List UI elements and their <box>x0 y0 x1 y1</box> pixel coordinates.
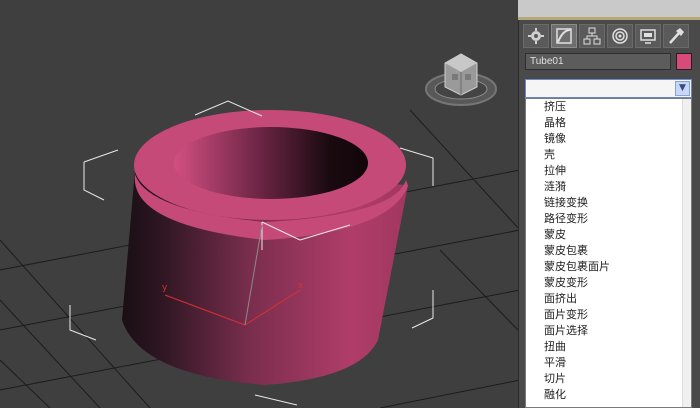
object-name-field[interactable]: Tube01 <box>525 53 671 70</box>
chevron-down-icon[interactable]: ▼ <box>675 81 690 96</box>
hierarchy-icon <box>583 27 601 45</box>
modifier-list-item[interactable]: 壳 <box>526 147 691 163</box>
utilities-tab[interactable] <box>663 24 689 48</box>
modifier-list-item[interactable]: 面片选择 <box>526 323 691 339</box>
modifier-list-item[interactable]: 挤压 <box>526 99 691 115</box>
modifier-list-item[interactable]: 路径变形 <box>526 211 691 227</box>
hierarchy-tab[interactable] <box>579 24 605 48</box>
display-tab[interactable] <box>635 24 661 48</box>
display-icon <box>640 29 656 44</box>
object-color-swatch[interactable] <box>676 53 692 70</box>
modify-tab[interactable] <box>551 24 577 48</box>
motion-icon <box>612 28 628 44</box>
create-tab[interactable] <box>523 24 549 48</box>
viewcube-icon[interactable] <box>425 53 497 106</box>
tube-object[interactable] <box>122 110 408 385</box>
modifier-list-item[interactable]: 蒙皮 <box>526 227 691 243</box>
command-panel-tabs <box>523 24 689 50</box>
utilities-icon <box>669 28 684 44</box>
perspective-viewport[interactable]: y x <box>0 0 518 408</box>
viewport-scene: y x <box>0 53 518 408</box>
modifier-list-item[interactable]: 拉伸 <box>526 163 691 179</box>
paw-watermark <box>582 372 610 394</box>
modifier-list-item[interactable]: 蒙皮包裹面片 <box>526 259 691 275</box>
axis-x-label: x <box>298 281 304 291</box>
modifier-list-item[interactable]: 蒙皮变形 <box>526 275 691 291</box>
modifier-list-dropdown[interactable]: ▼ <box>525 79 692 98</box>
modify-icon <box>556 28 572 44</box>
motion-tab[interactable] <box>607 24 633 48</box>
modifier-list-item[interactable]: 面挤出 <box>526 291 691 307</box>
create-icon <box>528 28 544 44</box>
modifier-list-item[interactable]: 扭曲 <box>526 339 691 355</box>
command-panel: Tube01 ▼ 挤压 晶格 镜像壳拉伸 涟漪 链接变换 路径变形 蒙皮 蒙皮包裹 蒙皮包裹面片… <box>518 20 700 408</box>
axis-y-label: y <box>162 283 168 293</box>
modifier-list-item[interactable]: 面片变形 <box>526 307 691 323</box>
modifier-list-item[interactable]: 链接变换 <box>526 195 691 211</box>
modifier-list-item[interactable]: 镜像 <box>526 131 691 147</box>
modifier-list-item[interactable]: 蒙皮包裹 <box>526 243 691 259</box>
modifier-list-item[interactable]: 晶格 <box>526 115 691 131</box>
scrollbar[interactable] <box>682 99 691 407</box>
modifier-list-item[interactable]: 涟漪 <box>526 179 691 195</box>
modifier-list: 挤压 晶格 镜像壳拉伸 涟漪 链接变换 路径变形 蒙皮 蒙皮包裹 蒙皮包裹面片 蒙皮变形 面挤出 面片… <box>525 98 692 408</box>
